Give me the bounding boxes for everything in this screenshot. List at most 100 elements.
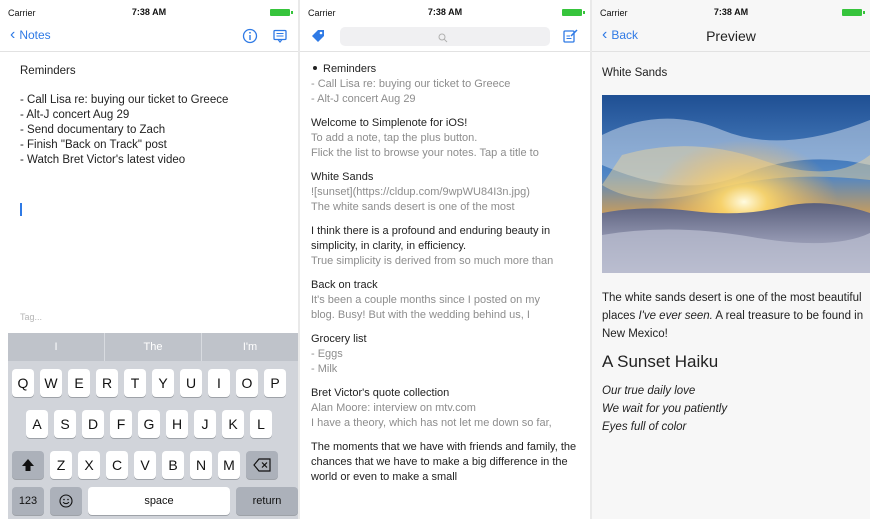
list-item[interactable]: White Sands ![sunset](https://cldup.com/…: [311, 170, 586, 215]
suggestion[interactable]: I'm: [202, 333, 298, 361]
key[interactable]: N: [190, 451, 212, 479]
key[interactable]: Z: [50, 451, 72, 479]
shift-icon: [21, 459, 35, 475]
item-preview: - Call Lisa re: buying our ticket to Gre…: [311, 78, 511, 90]
key[interactable]: P: [264, 369, 286, 397]
key[interactable]: J: [194, 410, 216, 438]
note-content[interactable]: Reminders - Call Lisa re: buying our tic…: [20, 64, 228, 168]
item-title: Bret Victor's quote collection: [311, 387, 450, 399]
new-note-icon[interactable]: [562, 28, 578, 49]
key[interactable]: T: [124, 369, 146, 397]
key[interactable]: R: [96, 369, 118, 397]
list-item[interactable]: Bret Victor's quote collection Alan Moor…: [311, 386, 586, 431]
item-title: The moments that we have with friends an…: [311, 441, 577, 483]
haiku-line: We wait for you patiently: [602, 403, 728, 415]
item-preview: It's been a couple months since I posted…: [311, 294, 540, 306]
backspace-icon: [253, 458, 271, 475]
note-line: - Send documentary to Zach: [20, 124, 166, 136]
key[interactable]: S: [54, 410, 76, 438]
key[interactable]: A: [26, 410, 48, 438]
battery-icon: [270, 9, 293, 16]
key[interactable]: I: [208, 369, 230, 397]
key[interactable]: B: [162, 451, 184, 479]
key[interactable]: U: [180, 369, 202, 397]
item-title: White Sands: [311, 171, 374, 183]
key[interactable]: V: [134, 451, 156, 479]
markdown-preview-icon[interactable]: [272, 28, 288, 49]
preview-paragraph: The white sands desert is one of the mos…: [602, 289, 864, 343]
paragraph-emphasis: I've ever seen.: [638, 310, 713, 322]
status-bar: Carrier 7:38 AM: [0, 0, 298, 22]
search-icon: [438, 30, 448, 48]
key[interactable]: K: [222, 410, 244, 438]
battery-icon: [842, 9, 865, 16]
item-preview: Flick the list to browse your notes. Tap…: [311, 147, 539, 159]
list-item[interactable]: Back on track It's been a couple months …: [311, 278, 586, 323]
clock: 7:38 AM: [131, 7, 167, 17]
tag-input[interactable]: Tag...: [20, 312, 42, 322]
nav-bar: ‹ Notes: [0, 22, 298, 52]
haiku-line: Eyes full of color: [602, 421, 687, 433]
clock: 7:38 AM: [713, 7, 749, 17]
key[interactable]: E: [68, 369, 90, 397]
status-bar: Carrier 7:38 AM: [592, 0, 870, 22]
note-title: Reminders: [20, 65, 76, 77]
search-input[interactable]: [340, 27, 550, 46]
haiku-line: Our true daily love: [602, 385, 696, 397]
item-preview: - Eggs: [311, 348, 343, 360]
key[interactable]: X: [78, 451, 100, 479]
battery-icon: [562, 9, 585, 16]
page-title: Preview: [706, 28, 756, 44]
key[interactable]: F: [110, 410, 132, 438]
numbers-key[interactable]: 123: [12, 487, 44, 515]
status-bar: Carrier 7:38 AM: [300, 0, 590, 22]
suggestion[interactable]: I: [8, 333, 105, 361]
keyboard: I The I'm Q W E R T Y U I O P A S D F G …: [8, 333, 298, 519]
key-row-4: 123 space return: [12, 487, 298, 515]
list-item[interactable]: Reminders - Call Lisa re: buying our tic…: [311, 62, 586, 107]
item-title: Welcome to Simplenote for iOS!: [311, 117, 468, 129]
emoji-key[interactable]: [50, 487, 82, 515]
key[interactable]: G: [138, 410, 160, 438]
tag-menu-icon[interactable]: [310, 28, 326, 49]
key[interactable]: W: [40, 369, 62, 397]
shift-key[interactable]: [12, 451, 44, 479]
item-preview: - Milk: [311, 363, 338, 375]
item-preview: Alan Moore: interview on mtv.com: [311, 402, 476, 414]
key[interactable]: C: [106, 451, 128, 479]
item-title: Grocery list: [311, 333, 367, 345]
clock: 7:38 AM: [427, 7, 463, 17]
delete-key[interactable]: [246, 451, 278, 479]
list-item[interactable]: Grocery list - Eggs - Milk: [311, 332, 586, 377]
key[interactable]: L: [250, 410, 272, 438]
list-item[interactable]: I think there is a profound and enduring…: [311, 224, 586, 269]
key[interactable]: Y: [152, 369, 174, 397]
list-item[interactable]: The moments that we have with friends an…: [311, 440, 586, 485]
item-title: Back on track: [311, 279, 378, 291]
key-row-1: Q W E R T Y U I O P: [12, 369, 286, 397]
space-key[interactable]: space: [88, 487, 230, 515]
note-line: - Call Lisa re: buying our ticket to Gre…: [20, 94, 229, 106]
return-key[interactable]: return: [236, 487, 298, 515]
back-button[interactable]: ‹ Notes: [10, 27, 51, 43]
key[interactable]: Q: [12, 369, 34, 397]
key-row-2: A S D F G H J K L: [26, 410, 272, 438]
item-preview: ![sunset](https://cldup.com/9wpWU84I3n.j…: [311, 186, 530, 198]
info-icon[interactable]: [242, 28, 258, 49]
preview-heading: White Sands: [602, 67, 668, 79]
nav-bar: [300, 22, 590, 52]
key[interactable]: H: [166, 410, 188, 438]
key[interactable]: D: [82, 410, 104, 438]
key[interactable]: O: [236, 369, 258, 397]
item-preview: To add a note, tap the plus button.: [311, 132, 478, 144]
note-editor-screen: Carrier 7:38 AM ‹ Notes Reminders - Call…: [0, 0, 298, 519]
preview-subheading: A Sunset Haiku: [602, 352, 719, 371]
key[interactable]: M: [218, 451, 240, 479]
sunset-image: [602, 95, 870, 273]
list-item[interactable]: Welcome to Simplenote for iOS! To add a …: [311, 116, 586, 161]
suggestion-bar: I The I'm: [8, 333, 298, 361]
item-title: I think there is a profound and enduring…: [311, 225, 551, 252]
suggestion[interactable]: The: [105, 333, 202, 361]
note-list: Reminders - Call Lisa re: buying our tic…: [311, 62, 586, 494]
key-row-3: Z X C V B N M: [12, 451, 278, 479]
